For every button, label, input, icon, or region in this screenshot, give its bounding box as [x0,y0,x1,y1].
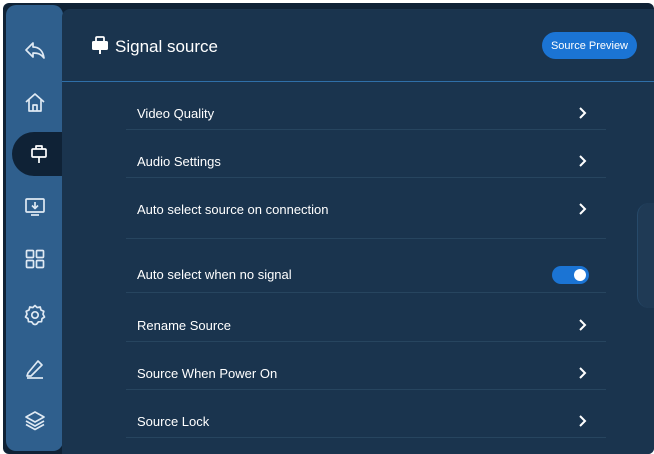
chevron-right-icon [579,367,587,379]
setting-label: Auto select when no signal [137,267,292,282]
setting-label: Source When Power On [137,366,278,381]
apps-grid-icon [25,249,44,269]
back-icon [24,42,45,59]
toggle-knob [574,269,586,281]
setting-row-source-when-power-on[interactable]: Source When Power On [126,353,606,390]
setting-row-source-lock[interactable]: Source Lock [126,401,606,438]
source-preview-button[interactable]: Source Preview [542,32,637,59]
app-frame: Signal source Source Preview Video Quali… [3,3,654,454]
sidebar-back-button[interactable] [6,30,63,70]
chevron-right-icon [579,319,587,331]
setting-row-audio-settings[interactable]: Audio Settings [126,141,606,178]
page-title: Signal source [115,37,219,56]
pen-icon [25,360,43,379]
sidebar-screen-button[interactable] [6,187,63,227]
screen-download-icon [24,198,45,216]
setting-label: Rename Source [137,318,231,333]
setting-label: Video Quality [137,106,215,121]
auto-select-no-signal-toggle[interactable] [552,266,589,284]
settings-gear-icon [24,304,45,326]
home-icon [24,93,45,112]
sidebar-signal-source-button[interactable] [12,132,66,176]
setting-row-video-quality[interactable]: Video Quality [126,93,606,130]
panel-header: Signal source Source Preview [62,9,654,82]
side-drawer-handle[interactable] [637,203,654,308]
sidebar-layers-button[interactable] [6,400,63,440]
setting-row-rename-source[interactable]: Rename Source [126,305,606,342]
chevron-right-icon [579,107,587,119]
layers-icon [24,411,45,431]
chevron-right-icon [579,203,587,215]
settings-panel: Signal source Source Preview Video Quali… [62,9,654,454]
sidebar-apps-button[interactable] [6,239,63,279]
sidebar [6,5,66,451]
setting-label: Audio Settings [137,154,221,169]
setting-label: Auto select source on connection [137,202,329,217]
signal-source-icon [92,36,108,54]
chevron-right-icon [579,415,587,427]
sidebar-settings-button[interactable] [6,295,63,335]
setting-label: Source Lock [137,414,210,429]
setting-row-auto-select-no-signal: Auto select when no signal [126,255,606,293]
chevron-right-icon [579,155,587,167]
setting-row-auto-select-on-connection[interactable]: Auto select source on connection [126,189,606,239]
sidebar-home-button[interactable] [6,83,63,123]
sidebar-pen-button[interactable] [6,348,63,388]
signal-source-icon [31,145,47,163]
